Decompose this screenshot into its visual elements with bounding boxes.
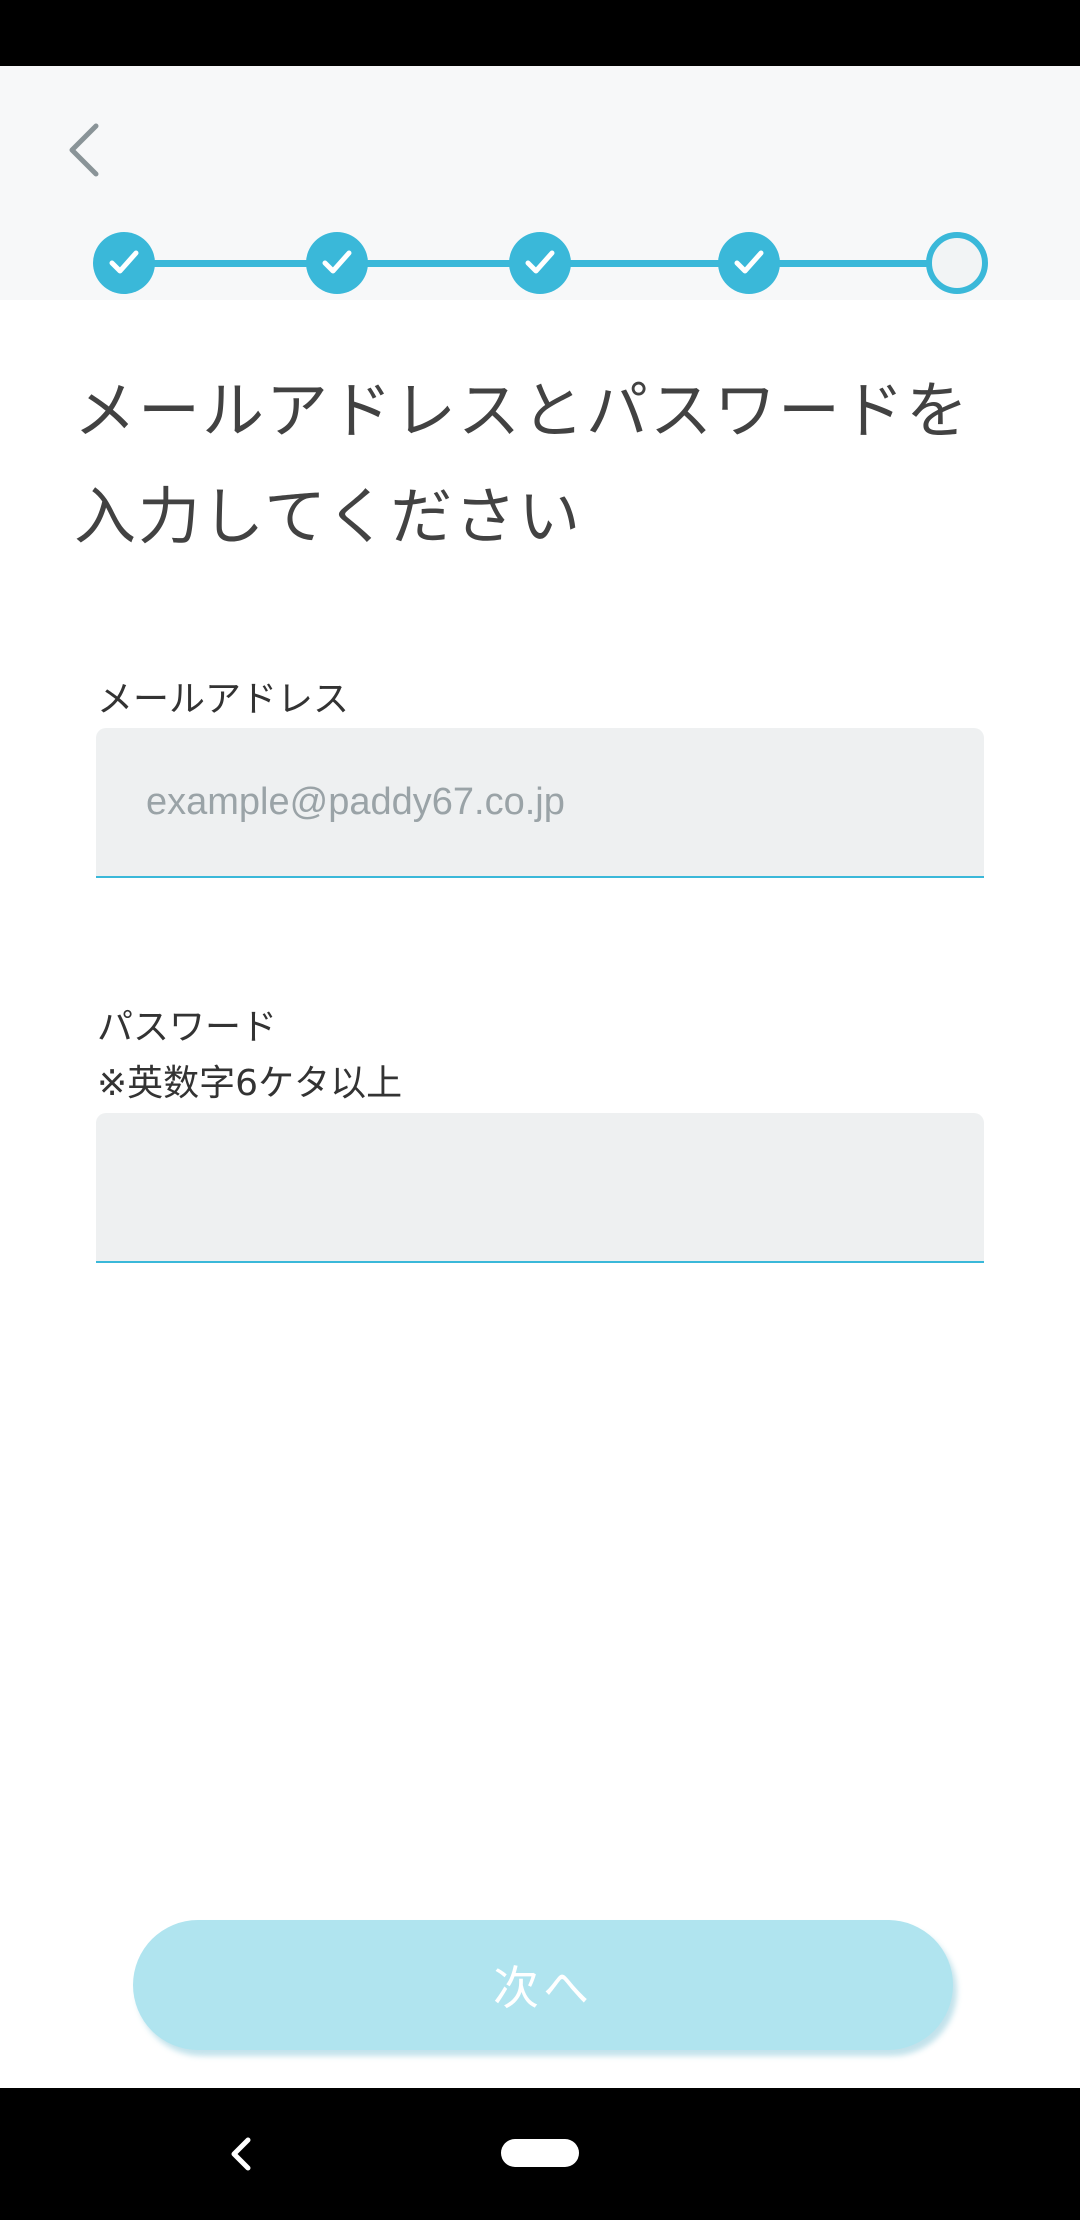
step-progress-indicator (0, 232, 1080, 296)
step-3-completed (509, 232, 571, 294)
system-navigation-bar (0, 2088, 1080, 2220)
back-button[interactable] (56, 110, 116, 190)
email-label: メールアドレス (97, 679, 350, 720)
password-input[interactable] (96, 1113, 984, 1261)
system-home-button[interactable] (501, 2139, 579, 2167)
next-button[interactable]: 次へ (133, 1920, 953, 2050)
check-icon (322, 250, 352, 274)
password-field-container (96, 1113, 984, 1263)
check-icon (734, 250, 764, 274)
check-icon (525, 250, 555, 274)
status-bar (0, 0, 1080, 66)
email-field-container (96, 728, 984, 878)
page-title: メールアドレスとパスワードを入力してください (74, 374, 971, 553)
email-input[interactable] (96, 728, 984, 876)
step-4-completed (718, 232, 780, 294)
step-5-current (926, 232, 988, 294)
chevron-left-icon (69, 123, 99, 177)
system-back-button[interactable] (222, 2130, 258, 2178)
password-hint: ※英数字6ケタ以上 (97, 1063, 403, 1104)
password-label: パスワード (97, 1007, 278, 1048)
step-2-completed (306, 232, 368, 294)
back-triangle-icon (231, 2137, 251, 2171)
check-icon (109, 250, 139, 274)
step-1-completed (93, 232, 155, 294)
